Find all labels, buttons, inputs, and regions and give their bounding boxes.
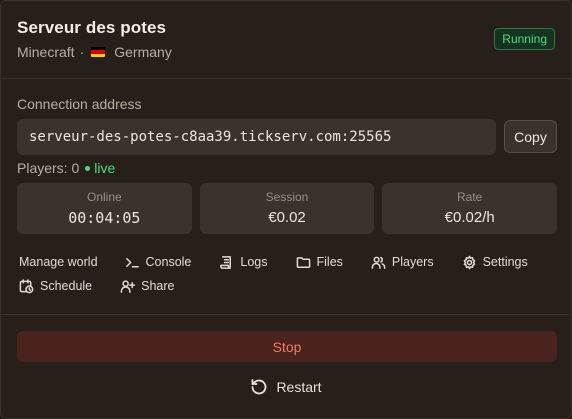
server-subtitle: Minecraft · Germany [17, 44, 555, 60]
live-dot-icon [85, 165, 91, 171]
connection-label: Connection address [17, 96, 142, 112]
scroll-icon [220, 255, 232, 269]
subtitle-separator: · [79, 44, 85, 60]
connection-address-text: serveur-des-potes-c8aa39.tickserv.com:25… [29, 129, 392, 145]
schedule-label: Schedule [40, 279, 93, 293]
manage-world-label: Manage world [19, 255, 98, 269]
footer-divider [1, 314, 571, 315]
logs-button[interactable]: Logs [219, 255, 268, 270]
players-count: Players: 0 [17, 160, 80, 176]
flag-germany-icon [91, 47, 106, 57]
players-label: Players [391, 255, 434, 269]
server-title: Serveur des potes [17, 18, 167, 37]
settings-button[interactable]: Settings [462, 255, 528, 270]
status-badge: Running [494, 28, 555, 50]
files-label: Files [316, 255, 343, 269]
live-indicator: live [85, 160, 115, 176]
user-plus-icon [120, 279, 136, 293]
rotate-ccw-icon [252, 379, 267, 395]
actions-area: Manage world Console Logs Files Players … [17, 253, 557, 301]
stat-label: Session [265, 190, 309, 204]
stat-rate: Rate €0.02/h [382, 183, 558, 234]
console-button[interactable]: Console [125, 255, 192, 270]
logs-label: Logs [240, 255, 268, 269]
console-label: Console [145, 255, 192, 269]
players-line: Players: 0 live [17, 160, 115, 176]
share-label: Share [141, 279, 175, 293]
actions-row-2: Schedule Share [17, 277, 557, 295]
gear-icon [463, 255, 475, 269]
stat-value: 00:04:05 [68, 209, 141, 227]
manage-world-button[interactable]: Manage world [19, 255, 98, 269]
header-divider [1, 78, 571, 79]
stats-row: Online 00:04:05 Session €0.02 Rate €0.02… [17, 183, 558, 234]
share-button[interactable]: Share [120, 279, 174, 294]
restart-label: Restart [276, 379, 322, 395]
server-card: Serveur des potes Minecraft · Germany Ru… [0, 0, 572, 419]
connection-address[interactable]: serveur-des-potes-c8aa39.tickserv.com:25… [17, 119, 496, 155]
game-name: Minecraft [17, 44, 75, 60]
stat-online: Online 00:04:05 [17, 183, 192, 234]
players-button[interactable]: Players [371, 255, 434, 270]
copy-button[interactable]: Copy [504, 120, 557, 153]
settings-label: Settings [482, 255, 528, 269]
stat-session: Session €0.02 [199, 183, 375, 234]
restart-button[interactable]: Restart [1, 375, 571, 399]
live-label: live [94, 160, 116, 176]
folder-icon [296, 256, 310, 268]
schedule-button[interactable]: Schedule [19, 278, 93, 294]
stat-label: Rate [457, 190, 483, 204]
stop-button[interactable]: Stop [17, 331, 557, 362]
server-header: Serveur des potes Minecraft · Germany [17, 18, 555, 60]
users-icon [371, 256, 386, 269]
terminal-icon [125, 257, 139, 267]
region-name: Germany [114, 44, 172, 60]
stat-value: €0.02 [268, 209, 306, 226]
calendar-clock-icon [19, 278, 34, 293]
files-button[interactable]: Files [296, 255, 343, 270]
stat-label: Online [86, 190, 122, 204]
actions-row-1: Manage world Console Logs Files Players … [17, 253, 557, 271]
stat-value: €0.02/h [444, 209, 495, 226]
